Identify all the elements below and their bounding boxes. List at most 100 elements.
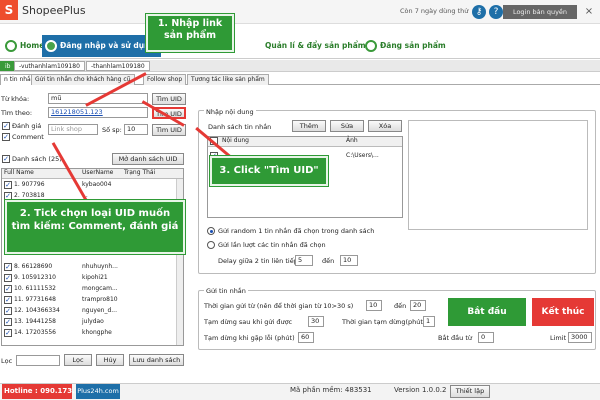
tab-follow-shop[interactable]: Follow shop [143, 74, 187, 85]
tab-like-product[interactable]: Tương tác like sản phẩm [187, 74, 269, 85]
interval-from-input[interactable]: 10 [366, 300, 382, 311]
stop-button[interactable]: Kết thúc [532, 298, 594, 326]
message-section-title: Nhập nội dung [204, 108, 256, 116]
pause-time-input[interactable]: 1 [423, 316, 435, 327]
count-input[interactable]: 10 [124, 124, 148, 135]
message-preview [408, 120, 588, 230]
delete-message-button[interactable]: Xóa [368, 120, 402, 132]
row-checkbox[interactable]: ✓ [4, 296, 12, 304]
table-row[interactable]: ✓ 9. 105912310 kipohi21 [2, 273, 174, 283]
random-radio[interactable] [207, 227, 215, 235]
save-list-button[interactable]: Lưu danh sách [129, 354, 184, 366]
filter-label: Lọc [1, 357, 13, 365]
table-row[interactable]: ✓ 8. 66128690 nhuhuynh... [2, 262, 174, 272]
col-content: Nội dung [222, 137, 249, 144]
filter-button[interactable]: Lọc [64, 354, 92, 366]
cancel-button[interactable]: Hủy [96, 354, 124, 366]
interval-to-label: đến [394, 302, 407, 310]
app-logo: S [0, 0, 18, 20]
keyword-label: Từ khóa: [1, 95, 30, 103]
danh-gia-checkbox[interactable]: ✓ [2, 122, 10, 130]
list-checkbox[interactable]: ✓ [2, 155, 10, 163]
table-row[interactable]: ✓ 12. 104366334 nguyen_d... [2, 306, 174, 316]
limit-label: Limit [550, 334, 567, 342]
comment-checkbox[interactable]: ✓ [2, 133, 10, 141]
row-checkbox[interactable]: ✓ [4, 274, 12, 282]
key-icon[interactable]: ⚷ [472, 5, 486, 19]
pause-time-label: Thời gian tạm dừng(phút) [342, 318, 426, 326]
close-icon[interactable]: × [582, 5, 596, 19]
message-image-path: C:\Users\... [346, 152, 379, 159]
list-count-label: Danh sách (25) [12, 155, 62, 163]
login-license-button[interactable]: Login bản quyền [503, 5, 577, 19]
danh-gia-label: Đánh giá [12, 122, 42, 130]
pause-error-label: Tạm dừng khi gặp lỗi (phút) [204, 334, 295, 342]
limit-input[interactable]: 3000 [568, 332, 592, 343]
app-title: ShopeePlus [22, 4, 86, 17]
callout-step-1: 1. Nhập link sản phẩm [146, 14, 234, 52]
table-row[interactable]: ✓ 1. 907796 kybao004 [2, 180, 174, 190]
software-code: Mã phần mềm: 483531 [290, 386, 372, 394]
row-checkbox[interactable]: ✓ [4, 285, 12, 293]
callout-step-3: 3. Click "Tìm UID" [210, 156, 328, 186]
filter-input[interactable] [16, 355, 60, 366]
find-uid-button-1[interactable]: Tìm UID [152, 93, 186, 105]
table-row[interactable]: ✓ 13. 19441258 julydao [2, 317, 174, 327]
callout-step-2: 2. Tick chọn loại UID muốn tìm kiếm: Com… [5, 200, 185, 254]
version-text: Version 1.0.0.2 [394, 386, 447, 394]
product-link-input[interactable]: 161218051.123 [48, 107, 148, 118]
send-section-title: Gửi tin nhắn [204, 287, 248, 295]
row-checkbox[interactable]: ✓ [4, 192, 12, 200]
login-icon [45, 40, 57, 52]
settings-button[interactable]: Thiết lập [450, 385, 490, 398]
search-by-label: Tìm theo: [1, 109, 33, 117]
menu-login[interactable]: Đăng nhập và sử dụng [42, 35, 161, 57]
shop-link-input[interactable]: Link shop [48, 124, 98, 135]
row-checkbox[interactable]: ✓ [4, 263, 12, 271]
start-from-label: Bắt đầu từ [438, 334, 473, 342]
row-checkbox[interactable]: ✓ [4, 329, 12, 337]
col-image: Ảnh [346, 137, 358, 144]
add-message-button[interactable]: Thêm [292, 120, 326, 132]
table-row[interactable]: ✓ 10. 61111532 mongcam... [2, 284, 174, 294]
sequential-radio[interactable] [207, 241, 215, 249]
col-username: UserName [82, 169, 114, 176]
tab-old-customer[interactable]: Gửi tin nhắn cho khách hàng cũ [31, 74, 135, 85]
account-tab[interactable]: -thanhlam109180 [86, 61, 150, 71]
account-tab[interactable]: -vuthanhlam109180 [14, 61, 85, 71]
clock-icon [365, 40, 377, 52]
help-icon[interactable]: ? [489, 5, 503, 19]
start-button[interactable]: Bắt đầu [448, 298, 526, 326]
col-fullname: Full Name [4, 169, 34, 176]
menu-post-product[interactable]: Đăng sản phẩm [362, 35, 446, 57]
pause-error-input[interactable]: 60 [298, 332, 314, 343]
row-checkbox[interactable]: ✓ [4, 307, 12, 315]
row-checkbox[interactable]: ✓ [4, 181, 12, 189]
website-link[interactable]: Plus24h.com [76, 384, 120, 399]
message-list-label: Danh sách tin nhắn [208, 123, 272, 131]
start-from-input[interactable]: 0 [478, 332, 494, 343]
random-label: Gửi random 1 tin nhắn đã chọn trong danh… [218, 227, 375, 235]
sequential-label: Gửi lần lượt các tin nhắn đã chọn [218, 241, 326, 249]
interval-to-input[interactable]: 20 [410, 300, 426, 311]
interval-label: Thời gian gửi từ (nên để thời gian từ 10… [204, 302, 354, 310]
delay-label: Delay giữa 2 tin liên tiếp [218, 257, 298, 265]
trial-text: Còn 7 ngày dùng thử [400, 7, 469, 15]
menu-home[interactable]: Home [2, 35, 44, 57]
open-uid-list-button[interactable]: Mở danh sách UID [112, 153, 184, 165]
delay-to-label: đến [322, 257, 335, 265]
comment-label: Comment [12, 133, 44, 141]
row-checkbox[interactable]: ✓ [4, 318, 12, 326]
table-row[interactable]: ✓ 11. 97731648 trampro810 [2, 295, 174, 305]
pause-after-input[interactable]: 30 [308, 316, 324, 327]
home-icon [5, 40, 17, 52]
pause-after-label: Tạm dừng sau khi gửi được [204, 318, 293, 326]
count-label: Số sp: [102, 126, 122, 134]
edit-message-button[interactable]: Sửa [330, 120, 364, 132]
col-status: Trạng Thái [124, 169, 156, 176]
table-row[interactable]: ✓ 14. 17203556 khongphe [2, 328, 174, 338]
menu-product-manage[interactable]: Quản lí & đẩy sản phẩm [247, 35, 366, 57]
hotline-text: Hotline : 090.173.1871 [2, 384, 94, 399]
delay-from-input[interactable]: 5 [295, 255, 313, 266]
delay-to-input[interactable]: 10 [340, 255, 358, 266]
